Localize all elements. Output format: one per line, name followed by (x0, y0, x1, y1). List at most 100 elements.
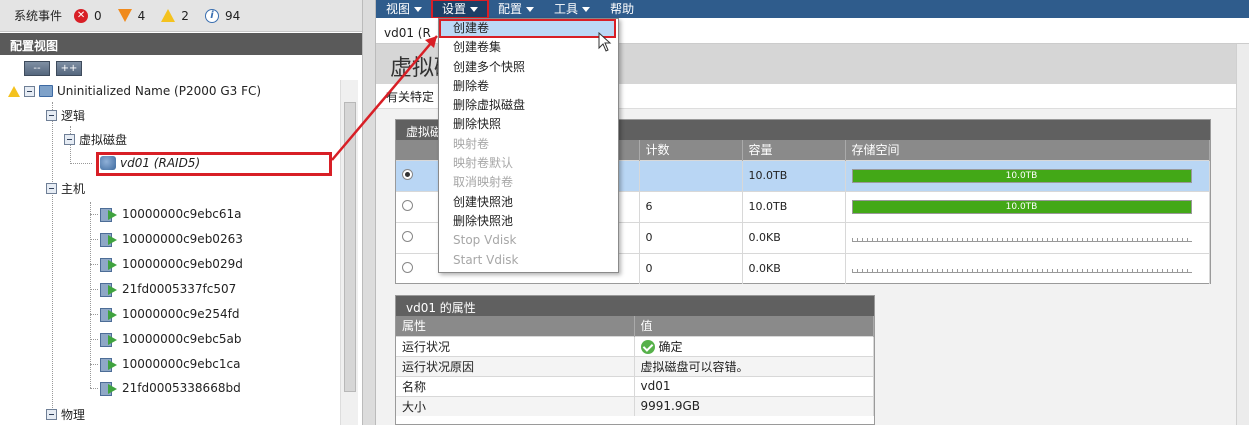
ok-check-icon (640, 340, 655, 354)
property-value-text: 确定 (658, 339, 683, 354)
row-radio[interactable] (402, 261, 413, 273)
column-header[interactable]: 容量 (742, 140, 846, 160)
tree-node-host[interactable]: 21fd0005337fc507 (100, 279, 236, 299)
collapse-all-button[interactable]: -- (24, 61, 50, 76)
menu-item-delete-volume[interactable]: 删除卷 (439, 77, 618, 96)
storage-bar: 10.0TB (851, 199, 1192, 214)
host-icon (100, 282, 118, 297)
expand-all-button[interactable]: ++ (56, 61, 82, 76)
tree-node-label: 逻辑 (61, 108, 86, 123)
storage-bar: 10.0TB (851, 168, 1192, 183)
tree-node-host[interactable]: 10000000c9ebc1ca (100, 354, 241, 374)
panel-title: vd01 的属性 (396, 296, 874, 316)
storage-cell: 10.0TB (845, 190, 1210, 222)
capacity-cell: 10.0TB (742, 159, 846, 191)
content-scrollbar[interactable] (1236, 44, 1249, 425)
tree-scrollbar[interactable] (340, 80, 358, 425)
column-header[interactable]: 存储空间 (845, 140, 1210, 160)
chevron-down-icon (414, 6, 423, 12)
count-cell: 6 (639, 190, 743, 222)
tree-node-label: 10000000c9e254fd (122, 307, 240, 321)
row-radio[interactable] (402, 230, 413, 242)
info-icon[interactable]: i (204, 8, 219, 23)
critical-icon[interactable]: ✕ (74, 8, 89, 23)
warning-count[interactable]: 2 (181, 9, 189, 23)
error-icon[interactable] (117, 9, 132, 22)
collapse-toggle-icon[interactable] (46, 182, 57, 194)
tree-node-logical[interactable]: 逻辑 (46, 105, 85, 125)
critical-count[interactable]: 0 (94, 9, 102, 23)
collapse-toggle-icon[interactable] (46, 408, 57, 420)
tree-node-host[interactable]: 10000000c9eb0263 (100, 229, 243, 249)
table-row: 大小 9991.9GB (396, 395, 874, 416)
menu-settings[interactable]: 设置 (431, 0, 490, 19)
properties-table: 属性 值 运行状况 确定 运行状况原因 虚拟磁盘可以容错。 名称 vd01 大小… (396, 316, 874, 416)
tree-node-host[interactable]: 21fd0005338668bd (100, 378, 241, 398)
warning-icon (8, 85, 20, 97)
menu-item-stop-vdisk[interactable]: Stop Vdisk (439, 231, 618, 250)
menu-label: 视图 (386, 1, 411, 16)
menu-item-delete-vdisk[interactable]: 删除虚拟磁盘 (439, 96, 618, 115)
tree-node-label: 10000000c9eb0263 (122, 232, 243, 246)
storage-cell: 10.0TB (845, 159, 1210, 191)
row-radio[interactable] (402, 168, 413, 180)
chevron-down-icon (526, 6, 535, 12)
tree-node-hosts[interactable]: 主机 (46, 178, 85, 198)
count-cell: 0 (639, 221, 743, 253)
collapse-toggle-icon[interactable] (64, 133, 75, 145)
row-radio[interactable] (402, 199, 413, 211)
tree-node-vdisks[interactable]: 虚拟磁盘 (64, 129, 127, 149)
chevron-down-icon (470, 6, 479, 12)
property-name: 运行状况 (396, 335, 635, 356)
menubar: 视图 设置 配置 工具 帮助 (376, 0, 1249, 19)
storage-bar-label: 10.0TB (1005, 170, 1038, 181)
column-header[interactable]: 计数 (639, 140, 743, 160)
config-tree: Uninitialized Name (P2000 G3 FC) 逻辑 虚拟磁盘… (0, 80, 340, 425)
pane-splitter[interactable] (362, 0, 376, 425)
menu-item-start-vdisk[interactable]: Start Vdisk (439, 251, 618, 270)
properties-panel: vd01 的属性 属性 值 运行状况 确定 运行状况原因 虚拟磁盘可以容错。 名… (395, 295, 875, 425)
count-cell: 0 (639, 252, 743, 284)
menu-configure[interactable]: 配置 (488, 0, 544, 18)
menu-label: 工具 (554, 1, 579, 16)
menu-tools[interactable]: 工具 (544, 0, 600, 18)
storage-bar-label: 10.0TB (1005, 201, 1038, 212)
menu-view[interactable]: 视图 (376, 0, 432, 18)
tree-node-label: 主机 (61, 181, 86, 196)
menu-item-create-volume[interactable]: 创建卷 (439, 19, 616, 39)
tree-node-system[interactable]: Uninitialized Name (P2000 G3 FC) (8, 81, 261, 101)
menu-item-map-volume[interactable]: 映射卷 (439, 135, 618, 154)
menu-item-map-volume-default[interactable]: 映射卷默认 (439, 154, 618, 173)
menu-item-unmap-volume[interactable]: 取消映射卷 (439, 173, 618, 192)
scrollbar-thumb[interactable] (344, 102, 356, 392)
menu-item-create-volume-set[interactable]: 创建卷集 (439, 38, 618, 57)
tree-node-host[interactable]: 10000000c9ebc5ab (100, 329, 242, 349)
column-header[interactable]: 值 (634, 316, 874, 336)
menu-item-delete-snap-pool[interactable]: 删除快照池 (439, 212, 618, 231)
tree-node-physical[interactable]: 物理 (46, 404, 85, 424)
info-count[interactable]: 94 (225, 9, 240, 23)
tree-node-host[interactable]: 10000000c9e254fd (100, 304, 239, 324)
error-count[interactable]: 4 (138, 9, 146, 23)
menu-help[interactable]: 帮助 (600, 0, 644, 18)
column-header[interactable]: 属性 (396, 316, 635, 336)
capacity-cell: 0.0KB (742, 252, 846, 284)
tree-node-label: 10000000c9eb029d (122, 257, 243, 271)
tree-node-label: 21fd0005337fc507 (122, 282, 237, 296)
warning-icon[interactable] (161, 9, 176, 22)
capacity-cell: 10.0TB (742, 190, 846, 222)
tree-node-host[interactable]: 10000000c9eb029d (100, 254, 243, 274)
property-value: 虚拟磁盘可以容错。 (634, 355, 874, 376)
collapse-toggle-icon[interactable] (24, 85, 35, 97)
collapse-toggle-icon[interactable] (46, 109, 57, 121)
panel-title: 配置视图 (0, 33, 362, 55)
settings-dropdown-menu: 创建卷 创建卷集 创建多个快照 删除卷 删除虚拟磁盘 删除快照 映射卷 映射卷默… (438, 18, 619, 273)
property-value: 确定 (634, 335, 874, 356)
storage-cell (845, 252, 1210, 284)
system-events-bar: 系统事件 ✕ 0 4 2 i 94 (0, 0, 362, 32)
menu-item-create-snap-pool[interactable]: 创建快照池 (439, 193, 618, 212)
tree-node-label: 虚拟磁盘 (79, 132, 128, 147)
tree-node-host[interactable]: 10000000c9ebc61a (100, 204, 242, 224)
menu-item-delete-snapshot[interactable]: 删除快照 (439, 115, 618, 134)
menu-item-create-multiple-snapshots[interactable]: 创建多个快照 (439, 58, 618, 77)
